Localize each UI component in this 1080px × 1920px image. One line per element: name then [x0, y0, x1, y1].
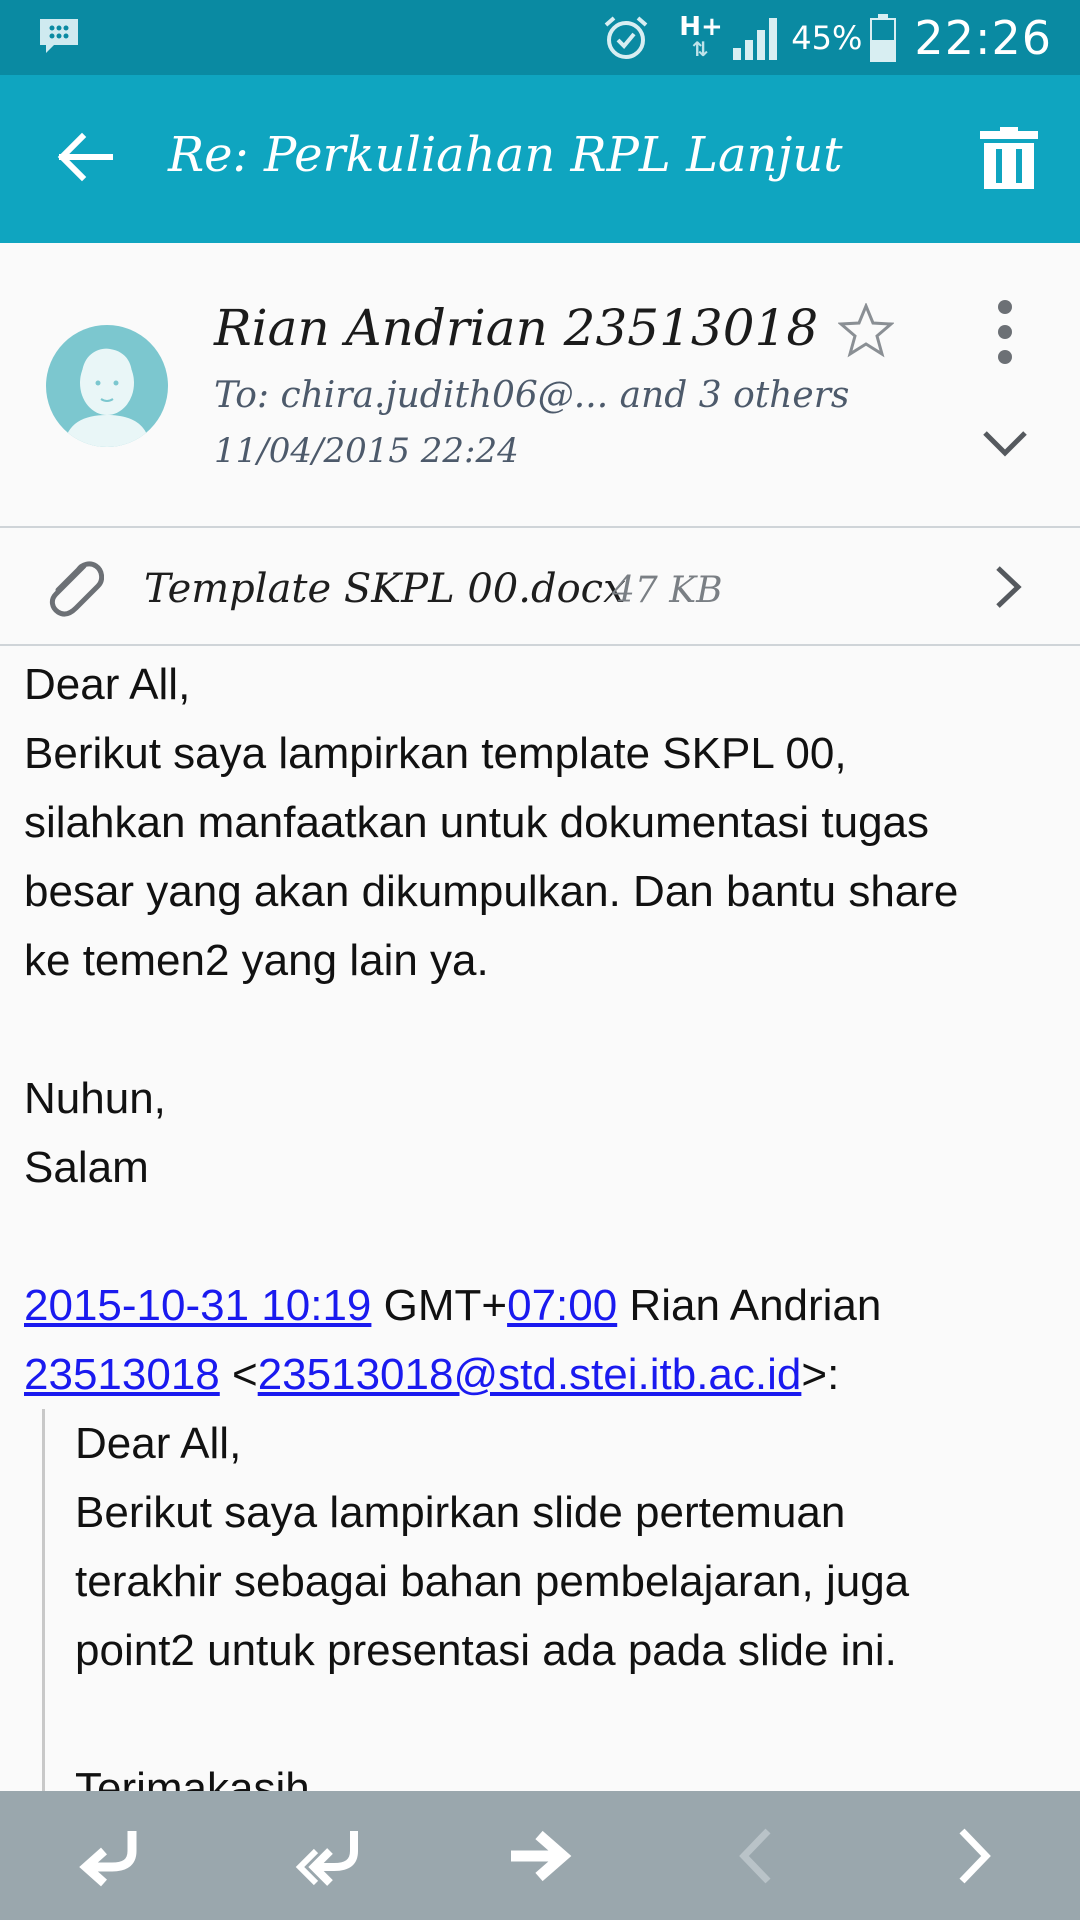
body-signoff: Salam [24, 1143, 149, 1192]
app-bar: Re: Perkuliahan RPL Lanjut [0, 75, 1080, 243]
quoted-message: Dear All, Berikut saya lampirkan slide p… [42, 1409, 1064, 1823]
paperclip-icon [49, 561, 104, 617]
attachment-size: 47 KB [612, 570, 723, 611]
next-icon[interactable] [940, 1821, 1010, 1891]
battery-percent: 45% [791, 18, 863, 57]
more-options-icon[interactable] [985, 299, 1025, 365]
status-clock: 22:26 [914, 10, 1052, 65]
quote-sender-name: Rian Andrian [617, 1281, 882, 1330]
quoted-line: point2 untuk presentasi ada pada slide i… [75, 1626, 897, 1675]
reply-icon[interactable] [74, 1821, 144, 1891]
status-bar: H+ ⇅ 45% 22:26 [0, 0, 1080, 75]
quote-id-link[interactable]: 23513018 [24, 1350, 220, 1399]
signal-strength-icon [733, 17, 778, 60]
message-date: 11/04/2015 22:24 [214, 431, 519, 471]
attachment-row[interactable]: Template SKPL 00.docx 47 KB [0, 528, 1080, 646]
forward-icon[interactable] [505, 1821, 575, 1891]
body-line: besar yang akan dikumpulkan. Dan bantu s… [24, 867, 959, 916]
network-type-indicator: H+ ⇅ [679, 11, 723, 60]
sender-name[interactable]: Rian Andrian 23513018 [214, 299, 818, 357]
network-type-label: H+ [679, 11, 723, 42]
body-greeting: Dear All, [24, 660, 191, 709]
chevron-down-icon[interactable] [980, 423, 1030, 463]
body-line: silahkan manfaatkan untuk dokumentasi tu… [24, 798, 930, 847]
body-signoff: Nuhun, [24, 1074, 166, 1123]
quoted-line: terakhir sebagai bahan pembelajaran, jug… [75, 1557, 910, 1606]
quote-attribution: 2015-10-31 10:19 GMT+07:00 Rian Andrian [24, 1271, 1064, 1340]
star-icon[interactable] [838, 303, 894, 359]
reply-all-icon[interactable] [292, 1821, 362, 1891]
default-contact-icon [64, 348, 150, 447]
back-arrow-icon[interactable] [52, 125, 116, 189]
quoted-greeting: Dear All, [75, 1419, 242, 1468]
avatar[interactable] [46, 325, 168, 447]
quote-date-link[interactable]: 2015-10-31 10:19 [24, 1281, 371, 1330]
quote-gt: >: [801, 1350, 840, 1399]
attachment-filename: Template SKPL 00.docx [144, 566, 626, 612]
body-line: Berikut saya lampirkan template SKPL 00, [24, 729, 847, 778]
page-title: Re: Perkuliahan RPL Lanjut [168, 127, 843, 183]
body-line: ke temen2 yang lain ya. [24, 936, 489, 985]
quote-attribution-line2: 23513018 <23513018@std.stei.itb.ac.id>: [24, 1340, 1064, 1409]
quote-gmt-text: GMT+ [371, 1281, 508, 1330]
alarm-icon [604, 15, 648, 59]
quote-email-link[interactable]: 23513018@std.stei.itb.ac.id [258, 1350, 802, 1399]
bbm-notification-icon [40, 19, 78, 53]
bottom-action-bar [0, 1791, 1080, 1920]
message-body: Dear All, Berikut saya lampirkan templat… [24, 650, 1064, 1823]
email-view-screen: H+ ⇅ 45% 22:26 Re: Perkuliahan RPL Lanju… [0, 0, 1080, 1920]
message-header: Rian Andrian 23513018 To: chira.judith06… [0, 243, 1080, 528]
quote-offset-link[interactable]: 07:00 [507, 1281, 617, 1330]
battery-icon [870, 13, 897, 62]
delete-icon[interactable] [980, 127, 1038, 189]
recipients[interactable]: To: chira.judith06@... and 3 others [214, 375, 849, 416]
previous-icon [739, 1828, 771, 1884]
chevron-right-icon[interactable] [990, 564, 1026, 610]
quoted-line: Berikut saya lampirkan slide pertemuan [75, 1488, 846, 1537]
quote-lt: < [219, 1350, 258, 1399]
